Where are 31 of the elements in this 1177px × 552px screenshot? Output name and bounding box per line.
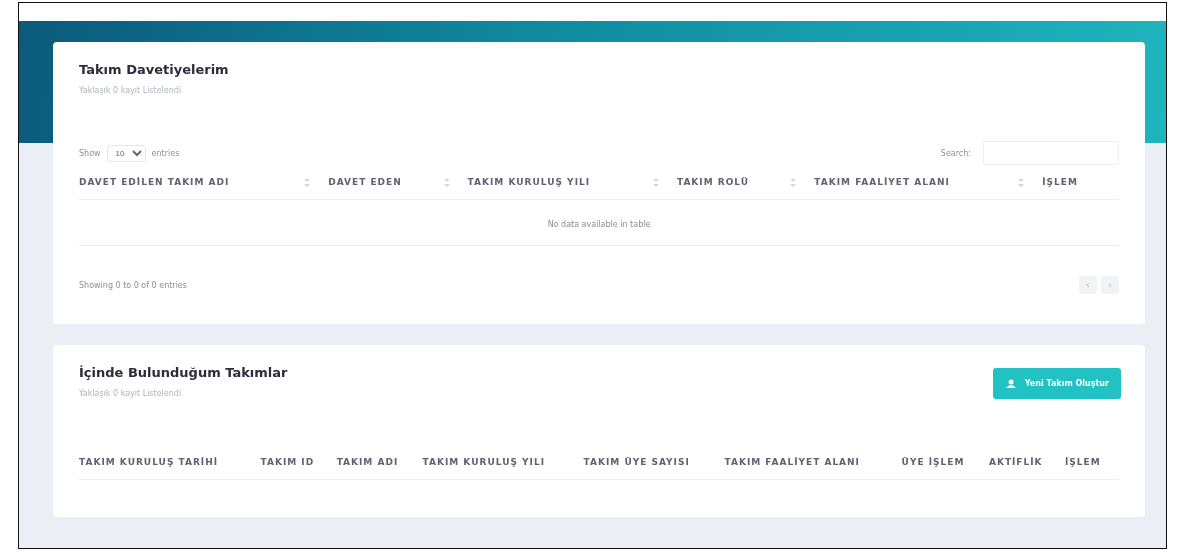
- column-header: TAKIM KURULUŞ YILI: [422, 445, 584, 480]
- card-title: İçinde Bulunduğum Takımlar: [79, 365, 288, 380]
- column-header[interactable]: DAVET EDİLEN TAKIM ADI: [79, 165, 329, 200]
- users-icon: [1004, 379, 1017, 388]
- card-title: Takım Davetiyelerim: [79, 62, 229, 77]
- column-header: ÜYE İŞLEM: [901, 445, 989, 480]
- column-header: TAKIM ÜYE SAYISI: [583, 445, 725, 480]
- column-header[interactable]: TAKIM ROLÜ: [676, 165, 815, 200]
- empty-message: No data available in table: [547, 220, 651, 229]
- sort-icon[interactable]: [790, 177, 797, 187]
- show-label: Show: [79, 148, 101, 158]
- search-label: Search:: [940, 148, 971, 158]
- table-info: Showing 0 to 0 of 0 entries: [79, 280, 187, 290]
- column-header: TAKIM ADI: [336, 445, 423, 480]
- card-subtitle: Yaklaşık 0 kayıt Listelendi: [79, 389, 183, 398]
- sort-icon[interactable]: [1018, 177, 1025, 187]
- card-subtitle: Yaklaşık 0 kayıt Listelendi: [79, 86, 183, 95]
- column-header: İŞLEM: [1042, 165, 1119, 200]
- sort-icon[interactable]: [652, 177, 659, 187]
- column-header: TAKIM ID: [260, 445, 337, 480]
- column-header: TAKIM KURULUŞ TARİHİ: [79, 445, 261, 480]
- column-header[interactable]: TAKIM FAALİYET ALANI: [814, 165, 1043, 200]
- sort-icon[interactable]: [443, 177, 450, 187]
- column-header[interactable]: TAKIM KURULUŞ YILI: [467, 165, 677, 200]
- column-header: AKTİFLİK: [988, 445, 1065, 480]
- column-header: İŞLEM: [1065, 445, 1119, 480]
- entries-select[interactable]: 10: [106, 144, 146, 162]
- entries-label: entries: [151, 148, 180, 158]
- column-header: TAKIM FAALİYET ALANI: [724, 445, 902, 480]
- sort-icon[interactable]: [304, 177, 311, 187]
- column-header[interactable]: DAVET EDEN: [328, 165, 468, 200]
